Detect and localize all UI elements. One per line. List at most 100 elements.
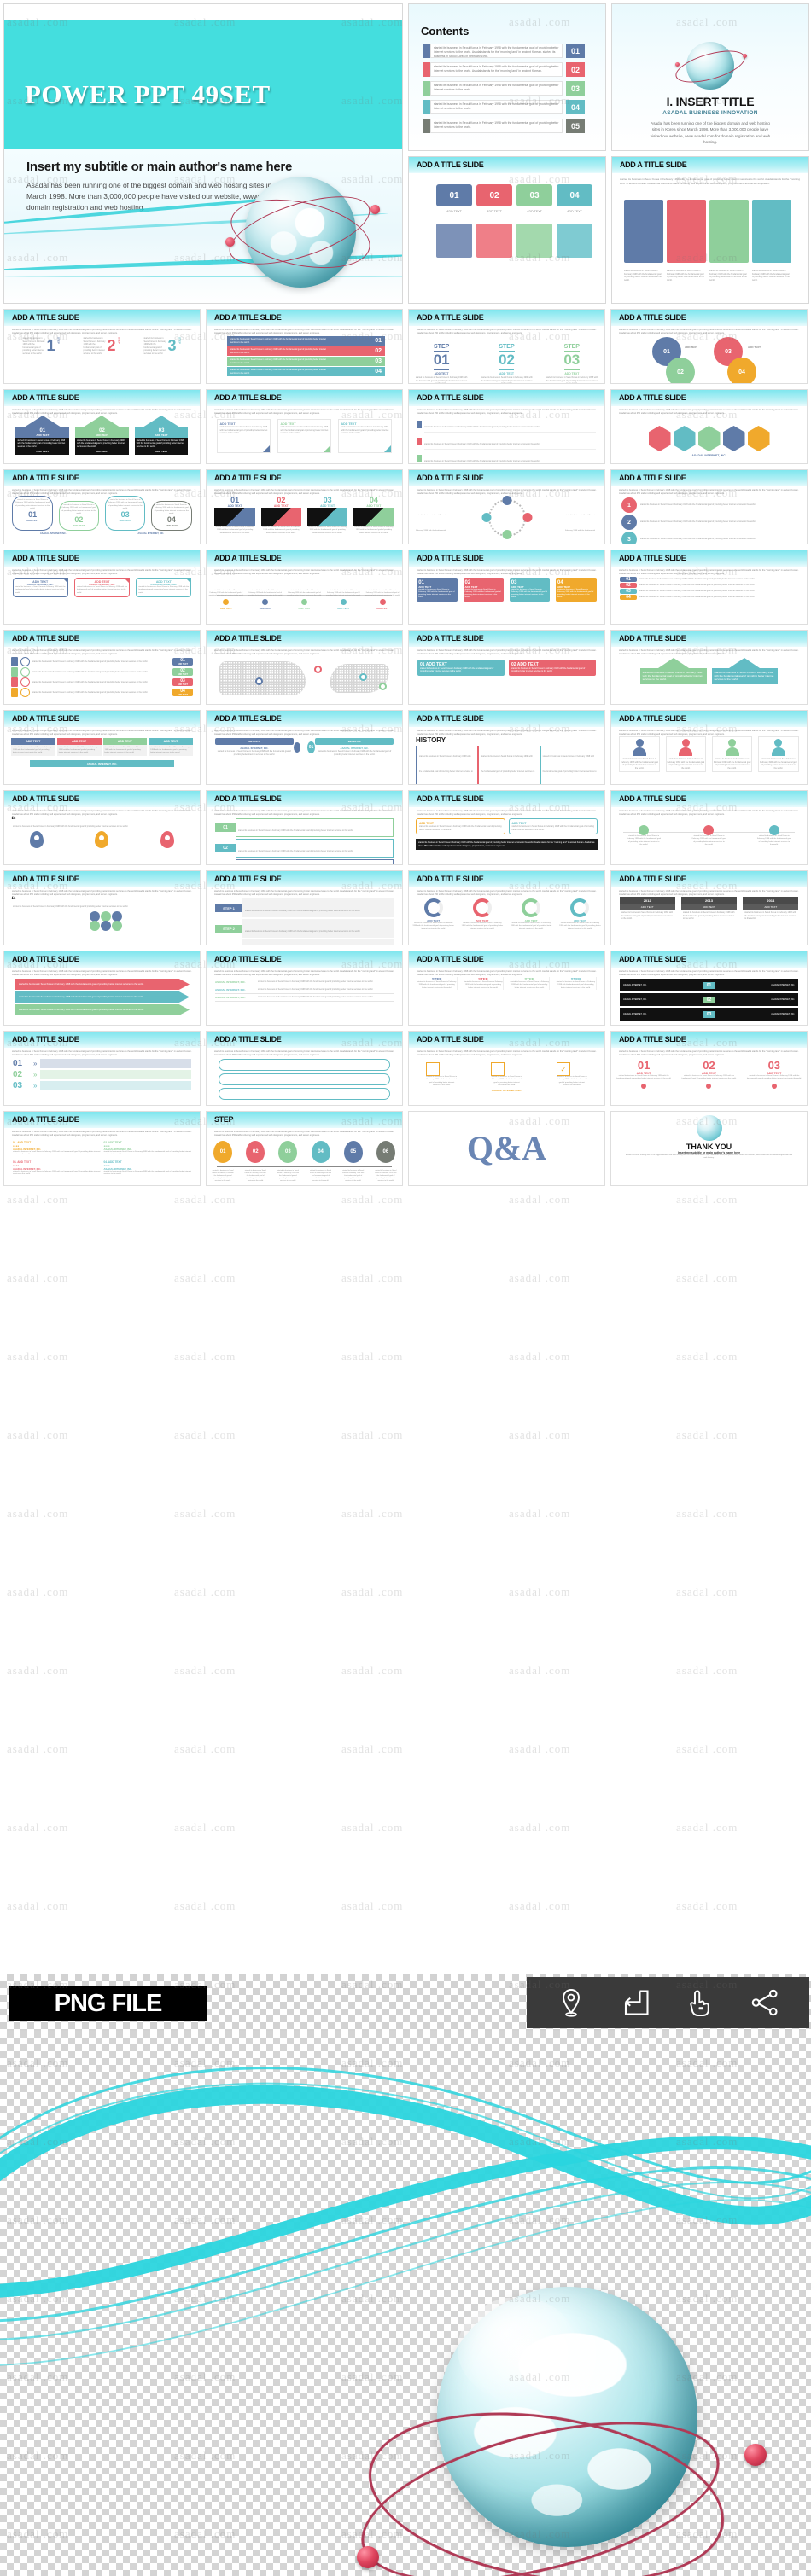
slide-thumbnail[interactable]: ADD A TITLE SLIDE started its business i…	[3, 469, 201, 544]
slide-lead-text: started its business in Seoul Korea in F…	[619, 409, 799, 415]
slide-thumbnail[interactable]: Q&A	[408, 1111, 605, 1186]
color-panel[interactable]	[436, 224, 472, 258]
slide-thumbnail[interactable]: ADD A TITLE SLIDE started its business i…	[206, 870, 403, 945]
hero-title-slide[interactable]: POWER PPT 49SET Insert my subtitle or ma…	[3, 3, 403, 304]
numbers-slide[interactable]: ADD A TITLE SLIDE 01 02 03 04 ADD TEXT A…	[408, 156, 606, 304]
slide-thumbnail[interactable]: ADD A TITLE SLIDE started its business i…	[3, 710, 201, 785]
slide-thumbnail[interactable]: ADD A TITLE SLIDE started its business i…	[3, 309, 201, 384]
panel[interactable]	[667, 200, 706, 263]
slide-thumbnail[interactable]: ADD A TITLE SLIDE started its business i…	[3, 1031, 201, 1106]
slide-thumbnail[interactable]: ADD A TITLE SLIDE started its business i…	[206, 790, 403, 865]
slide-thumbnail[interactable]: ADD A TITLE SLIDE started its business i…	[408, 309, 605, 384]
color-panel[interactable]	[557, 224, 592, 258]
slide-thumbnail[interactable]: ADD A TITLE SLIDE started its business i…	[610, 870, 808, 945]
slide-title: ADD A TITLE SLIDE	[417, 474, 484, 482]
slide-thumbnail[interactable]: ADD A TITLE SLIDE started its business i…	[610, 469, 808, 544]
contents-row[interactable]: started its business in Seoul Korea in F…	[423, 44, 585, 58]
watermark-text: asadal .com	[509, 1742, 571, 1755]
watermark-text: asadal .com	[174, 1271, 236, 1284]
slide-title: ADD A TITLE SLIDE	[619, 1035, 686, 1044]
slide-thumbnail[interactable]: ADD A TITLE SLIDE started its business i…	[206, 1031, 403, 1106]
panel[interactable]	[624, 200, 663, 263]
slide-thumbnail[interactable]: ADD A TITLE SLIDE started its business i…	[3, 951, 201, 1026]
number-badge[interactable]: 04	[557, 184, 592, 206]
slide-thumbnail[interactable]: ADD A TITLE SLIDE started its business i…	[610, 309, 808, 384]
panels-slide[interactable]: ADD A TITLE SLIDE started its business i…	[611, 156, 809, 304]
watermark-text: asadal .com	[341, 1821, 404, 1834]
slide-thumbnail[interactable]: ADD A TITLE SLIDE started its business i…	[408, 790, 605, 865]
slide-thumbnail[interactable]: ADD A TITLE SLIDE started its business i…	[408, 870, 605, 945]
slide-thumbnail[interactable]: ADD A TITLE SLIDE started its business i…	[3, 630, 201, 705]
insert-title-heading: I. INSERT TITLE	[666, 95, 755, 108]
slide-thumbnail[interactable]: ADD A TITLE SLIDE started its business i…	[408, 710, 605, 785]
slide-thumbnail[interactable]: ADD A TITLE SLIDE started its business i…	[206, 710, 403, 785]
slide-thumbnail[interactable]: ADD A TITLE SLIDE started its business i…	[206, 469, 403, 544]
slide-content: ADD TEXT started its business in Seoul K…	[207, 416, 402, 460]
contents-row[interactable]: started its business in Seoul Korea in F…	[423, 100, 585, 114]
slide-thumbnail[interactable]: ADD A TITLE SLIDE started its business i…	[206, 389, 403, 464]
slide-thumbnail[interactable]: ADD A TITLE SLIDE started its business i…	[3, 1111, 201, 1186]
slide-thumbnail[interactable]: ADD A TITLE SLIDE started its business i…	[3, 550, 201, 625]
panel[interactable]	[709, 200, 749, 263]
watermark-text: asadal .com	[509, 1507, 571, 1520]
location-pin-icon[interactable]	[556, 1987, 586, 2018]
slide-thumbnail[interactable]: ADD A TITLE SLIDE started its business i…	[206, 630, 403, 705]
slide-content: 01 02 03 04 05 06 started its business in Seo…	[207, 1137, 402, 1182]
contents-row[interactable]: started its business in Seoul Korea in F…	[423, 119, 585, 133]
color-panel[interactable]	[476, 224, 512, 258]
contents-column: Contents started its business in Seoul K…	[408, 3, 606, 305]
slide-content: ADD TEXT started its business in Seoul K…	[409, 897, 604, 941]
slide-thumbnail[interactable]: ADD A TITLE SLIDE started its business i…	[3, 790, 201, 865]
slide-thumbnail[interactable]: ADD A TITLE SLIDE started its business i…	[3, 389, 201, 464]
slide-thumbnail[interactable]: ADD A TITLE SLIDE started its business i…	[610, 630, 808, 705]
pointing-hand-icon[interactable]	[685, 1987, 715, 2018]
number-badge[interactable]: 03	[516, 184, 552, 206]
watermark-text: asadal .com	[7, 1271, 69, 1284]
slide-lead-text: started its business in Seoul Korea in F…	[214, 890, 394, 896]
row-color-tab	[423, 81, 430, 96]
row-color-tab	[423, 62, 430, 77]
slide-content: started its business in Seoul Korea in F…	[409, 496, 604, 540]
slide-thumbnail[interactable]: ADD A TITLE SLIDE started its business i…	[206, 309, 403, 384]
share-nodes-icon[interactable]	[750, 1987, 780, 2018]
slide-title: ADD A TITLE SLIDE	[214, 1035, 282, 1044]
slide-thumbnail[interactable]: THANK YOU Insert my subtitle or main aut…	[610, 1111, 808, 1186]
slide-thumbnail[interactable]: ADD A TITLE SLIDE started its business i…	[408, 389, 605, 464]
number-badge[interactable]: 02	[476, 184, 512, 206]
number-badge[interactable]: 01	[436, 184, 472, 206]
panel[interactable]	[752, 200, 791, 263]
color-panel[interactable]	[516, 224, 552, 258]
slide-thumbnail[interactable]: ADD A TITLE SLIDE started its business i…	[3, 870, 201, 945]
slide-thumbnail[interactable]: ADD A TITLE SLIDE started its business i…	[408, 1031, 605, 1106]
slide-thumbnail[interactable]: ADD A TITLE SLIDE started its business i…	[610, 710, 808, 785]
slide-thumbnail[interactable]: ADD A TITLE SLIDE started its business i…	[610, 790, 808, 865]
slide-thumbnail[interactable]: ADD A TITLE SLIDE started its business i…	[610, 951, 808, 1026]
slide-thumbnail[interactable]: ADD A TITLE SLIDE started its business i…	[206, 550, 403, 625]
slide-lead-text: started its business in Seoul Korea in F…	[12, 569, 192, 575]
slide-lead-text: started its business in Seoul Korea in F…	[619, 730, 799, 736]
slide-title: ADD A TITLE SLIDE	[417, 875, 484, 883]
slide-title: ADD A TITLE SLIDE	[417, 313, 484, 322]
slide-thumbnail[interactable]: ADD A TITLE SLIDE started its business i…	[206, 951, 403, 1026]
slide-thumbnail[interactable]: ADD A TITLE SLIDE started its business i…	[408, 630, 605, 705]
contents-slide[interactable]: Contents started its business in Seoul K…	[408, 3, 606, 151]
watermark-text: asadal .com	[341, 1585, 404, 1598]
enter-door-icon[interactable]	[621, 1987, 651, 2018]
slide-thumbnail[interactable]: ADD A TITLE SLIDE started its business i…	[408, 469, 605, 544]
watermark-text: asadal .com	[676, 1193, 738, 1206]
slide-thumbnail[interactable]: ADD A TITLE SLIDE started its business i…	[408, 550, 605, 625]
insert-title-slide[interactable]: I. INSERT TITLE ASADAL BUSINESS INNOVATI…	[611, 3, 809, 151]
contents-row[interactable]: started its business in Seoul Korea in F…	[423, 81, 585, 96]
slide-thumbnail[interactable]: ADD A TITLE SLIDE started its business i…	[408, 951, 605, 1026]
png-orbit-dot-left	[357, 2546, 379, 2568]
insert-orbit-dot-left	[675, 62, 680, 67]
slide-thumbnail[interactable]: ADD A TITLE SLIDE started its business i…	[610, 389, 808, 464]
slide-thumbnail[interactable]: ADD A TITLE SLIDE started its business i…	[610, 1031, 808, 1106]
watermark-text: asadal .com	[7, 1428, 69, 1441]
slide-title: ADD A TITLE SLIDE	[214, 393, 282, 402]
slide-title: ADD A TITLE SLIDE	[619, 554, 686, 562]
slide-thumbnail[interactable]: STEP started its business in Seoul Korea…	[206, 1111, 403, 1186]
slide-lead-text: started its business in Seoul Korea in F…	[417, 489, 597, 495]
slide-thumbnail[interactable]: ADD A TITLE SLIDE started its business i…	[610, 550, 808, 625]
contents-row[interactable]: started its business in Seoul Korea in F…	[423, 62, 585, 77]
